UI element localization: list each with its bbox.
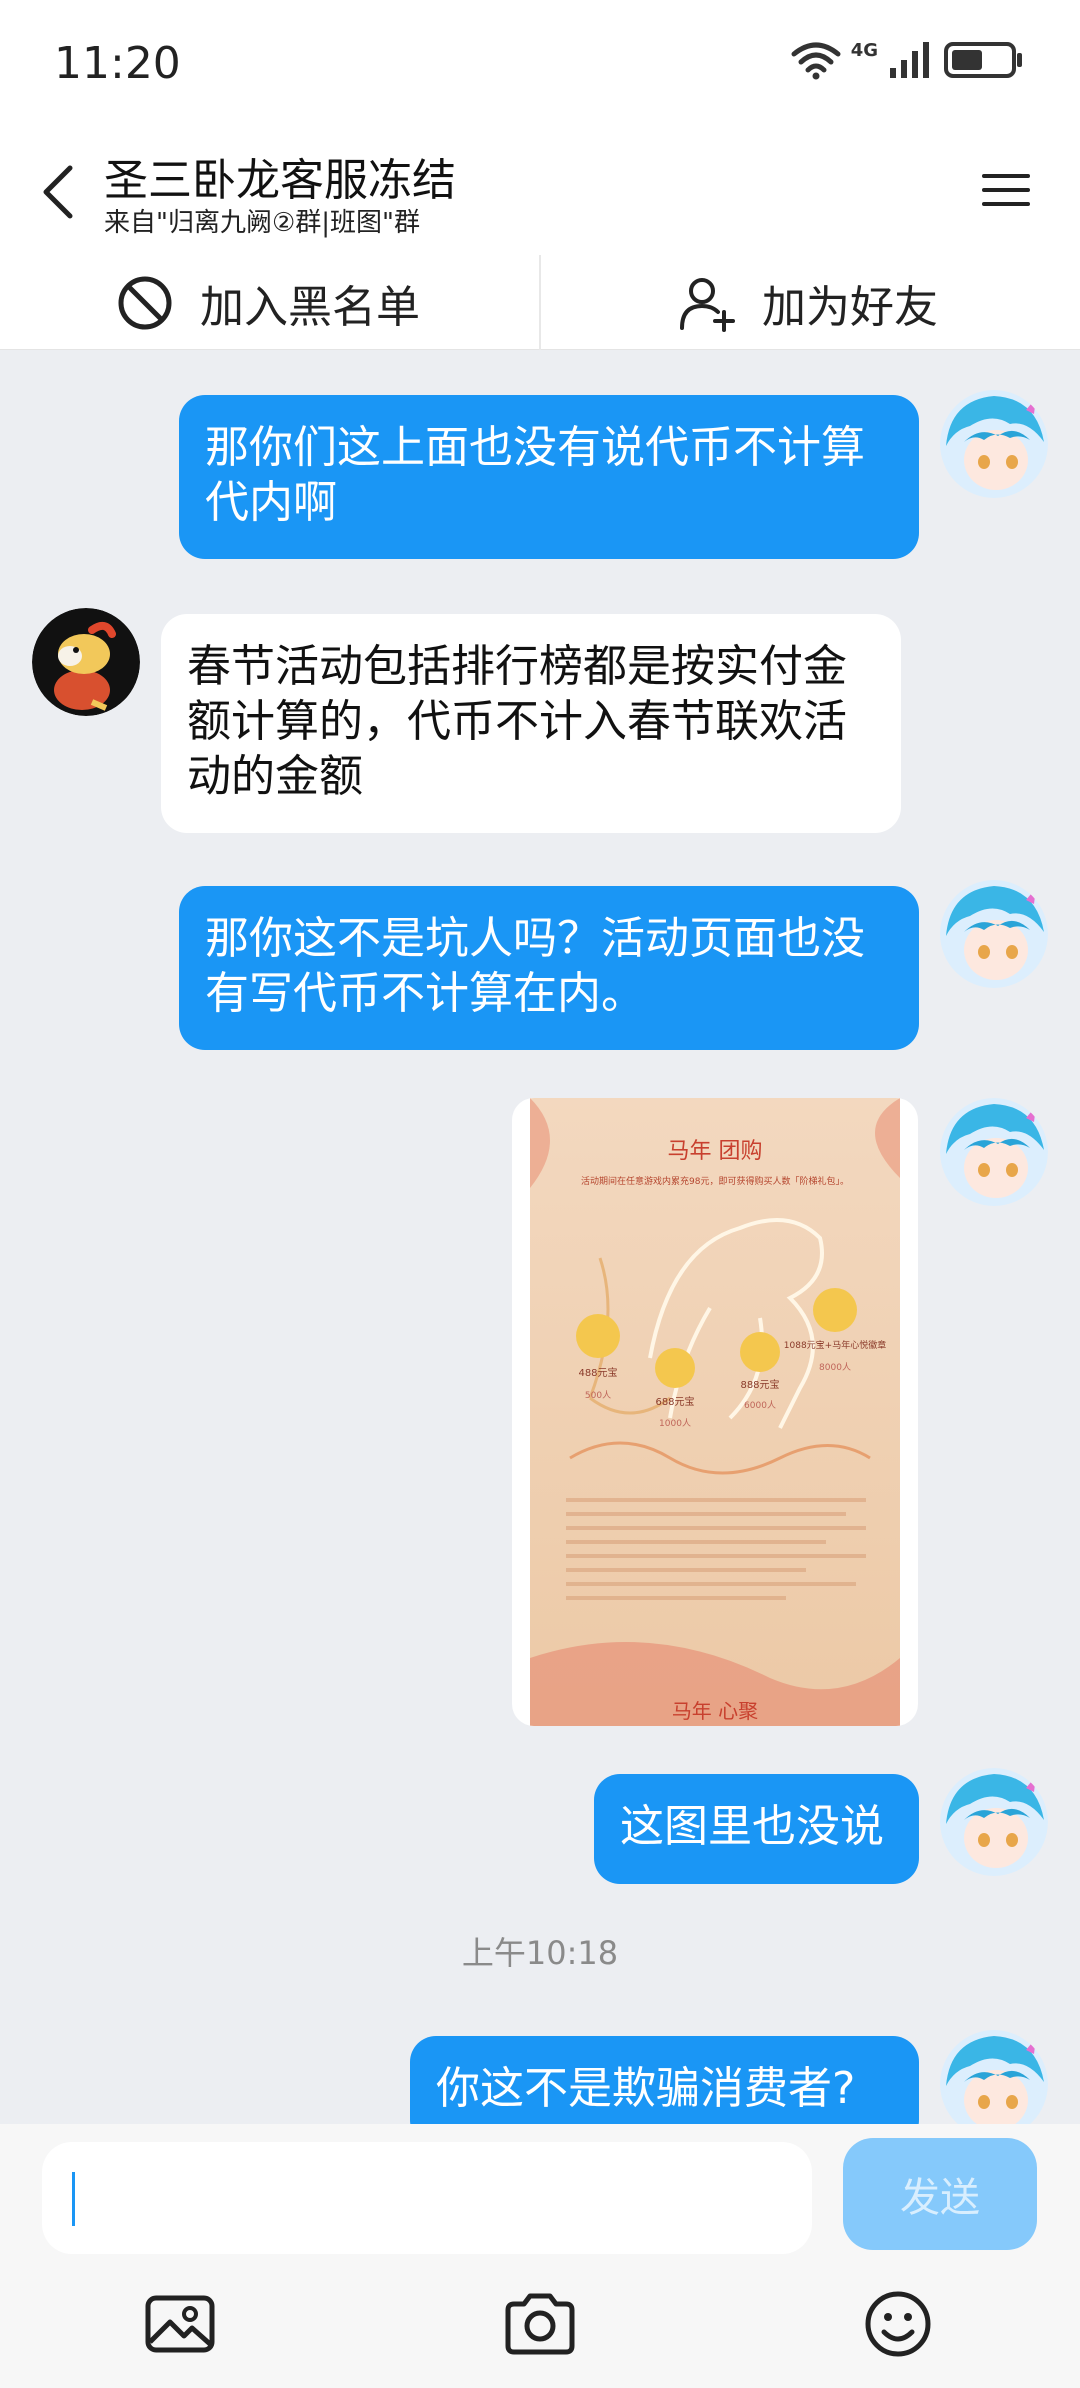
status-bar: 11:20 4G	[0, 0, 1080, 130]
poster-tier-4-reward: 1088元宝+马年心悦徽章	[784, 1339, 886, 1351]
add-friend-icon	[680, 277, 735, 332]
battery-icon	[944, 42, 1022, 78]
status-time: 11:20	[54, 38, 181, 89]
emoji-icon[interactable]	[858, 2284, 938, 2364]
back-arrow-icon[interactable]	[30, 152, 90, 232]
message-bubble[interactable]: 你这不是欺骗消费者?	[410, 2036, 919, 2124]
message-text: 这图里也没说	[620, 1801, 884, 1852]
message-text: 春节活动包括排行榜都是按实付金额计算的，代币不计入春节联欢活动的金额	[187, 641, 847, 802]
add-friend-button[interactable]: 加为好友	[678, 255, 938, 350]
poster-tier-3-reward: 888元宝	[740, 1378, 779, 1391]
event-poster-image[interactable]: 马年 团购 活动期间在任意游戏内累充98元，即可获得购买人数「阶梯礼包」。 48…	[530, 1098, 900, 1726]
action-divider	[539, 255, 541, 350]
add-friend-label: 加为好友	[762, 281, 938, 333]
self-avatar[interactable]	[940, 2030, 1048, 2124]
message-input-box[interactable]	[42, 2142, 812, 2254]
poster-tier-3-people: 6000人	[744, 1400, 776, 1411]
contact-avatar[interactable]	[32, 608, 140, 716]
self-avatar[interactable]	[940, 390, 1048, 498]
poster-tier-2-people: 1000人	[659, 1418, 691, 1429]
menu-icon[interactable]	[976, 160, 1036, 220]
chat-title[interactable]: 圣三卧龙客服冻结	[104, 144, 456, 208]
self-avatar[interactable]	[940, 1768, 1048, 1876]
block-icon	[118, 276, 172, 329]
message-text: 那你们这上面也没有说代币不计算代内啊	[205, 422, 865, 528]
block-button[interactable]: 加入黑名单	[116, 255, 420, 350]
poster-footer: 马年 心聚	[672, 1699, 758, 1723]
status-icons: 4G	[791, 40, 1024, 80]
self-avatar[interactable]	[940, 1098, 1048, 1206]
message-bubble[interactable]: 那你们这上面也没有说代币不计算代内啊	[179, 395, 919, 559]
message-bubble[interactable]: 这图里也没说	[594, 1774, 919, 1884]
image-message[interactable]: 马年 团购 活动期间在任意游戏内累充98元，即可获得购买人数「阶梯礼包」。 48…	[512, 1098, 918, 1726]
message-input[interactable]	[82, 2142, 782, 2254]
block-label: 加入黑名单	[200, 281, 420, 333]
message-text: 你这不是欺骗消费者?	[436, 2063, 856, 2114]
poster-tier-1-reward: 488元宝	[578, 1366, 617, 1379]
message-bubble[interactable]: 那你这不是坑人吗？活动页面也没有写代币不计算在内。	[179, 886, 919, 1050]
message-list[interactable]: 那你们这上面也没有说代币不计算代内啊 春节活动包括排行榜都是按实付金额计算的，代…	[0, 350, 1080, 2124]
camera-icon[interactable]	[500, 2284, 580, 2364]
message-text: 那你这不是坑人吗？活动页面也没有写代币不计算在内。	[205, 913, 865, 1019]
poster-tier-4-people: 8000人	[819, 1362, 851, 1373]
action-bar: 加入黑名单 加为好友	[0, 255, 1080, 350]
poster-desc: 活动期间在任意游戏内累充98元，即可获得购买人数「阶梯礼包」。	[581, 1175, 849, 1187]
chat-subtitle: 来自"归离九阙②群|班图"群	[104, 208, 420, 238]
send-button[interactable]: 发送	[843, 2138, 1037, 2250]
poster-tier-2-reward: 688元宝	[655, 1395, 694, 1408]
self-avatar[interactable]	[940, 880, 1048, 988]
network-type: 4G	[850, 40, 878, 61]
message-bubble[interactable]: 春节活动包括排行榜都是按实付金额计算的，代币不计入春节联欢活动的金额	[161, 614, 901, 833]
wifi-icon	[791, 42, 841, 80]
text-caret	[72, 2172, 75, 2226]
poster-title: 马年 团购	[668, 1139, 763, 1164]
poster-tier-1-people: 500人	[585, 1390, 611, 1401]
signal-icon	[890, 42, 929, 78]
image-icon[interactable]	[140, 2284, 220, 2364]
composer: 发送	[0, 2124, 1080, 2388]
message-timestamp: 上午10:18	[461, 1934, 619, 1972]
chat-header: 圣三卧龙客服冻结 来自"归离九阙②群|班图"群	[0, 130, 1080, 255]
